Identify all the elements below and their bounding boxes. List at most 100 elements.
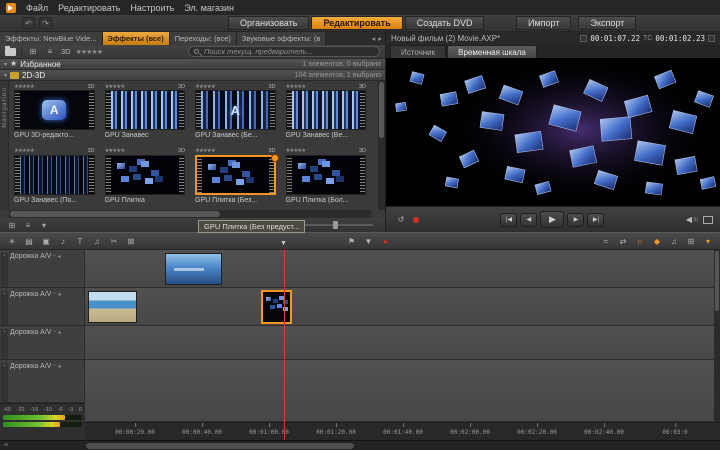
title-editor-icon[interactable]: T xyxy=(73,235,87,248)
record-icon[interactable]: ● xyxy=(379,235,393,248)
navigation-strip[interactable]: Navigation xyxy=(0,81,9,210)
thumbnail-view-icon[interactable]: ⊞ xyxy=(6,220,18,231)
effect-item[interactable]: ★★★★★3D GPU Занавес (По... xyxy=(9,146,100,211)
more-dropdown-icon[interactable]: ▾ xyxy=(701,235,715,248)
audio-mixer-icon[interactable]: ♫ xyxy=(667,235,681,248)
track-audio-icon[interactable]: ◂ xyxy=(58,329,61,336)
jump-start-button[interactable]: |◀ xyxy=(500,213,517,227)
list-view-icon[interactable]: ≡ xyxy=(44,46,56,57)
menu-edit[interactable]: Редактировать xyxy=(58,3,120,13)
frame-forward-button[interactable]: ▶ xyxy=(567,213,584,227)
library-tab-effects-all[interactable]: Эффекты (все) xyxy=(103,32,170,45)
section-2d3d[interactable]: ▾ 2D-3D 104 элементов, 1 выбрано xyxy=(0,70,385,81)
grid-view-icon[interactable]: ⊞ xyxy=(27,46,39,57)
library-tab-sound-effects[interactable]: Звуковые эффекты: (в xyxy=(237,32,326,45)
timeline-clip[interactable] xyxy=(88,291,137,323)
thumbnail-zoom-slider[interactable] xyxy=(303,224,373,226)
section-favorites[interactable]: ▾ ★ Избранное 1 элементов, 0 выбрано xyxy=(0,59,385,70)
play-button[interactable]: ▶ xyxy=(540,211,564,228)
effect-item[interactable]: ★★★★★3D A GPU 3D-редакто... xyxy=(9,81,100,146)
frame-back-button[interactable]: ◀ xyxy=(520,213,537,227)
scrollbar-thumb[interactable] xyxy=(86,443,354,449)
track-lane[interactable] xyxy=(85,326,720,360)
create-dvd-tab[interactable]: Создать DVD xyxy=(405,16,485,30)
track-audio-icon[interactable]: ◂ xyxy=(58,291,61,298)
rating-filter[interactable]: ★★★★★ xyxy=(76,48,102,56)
redo-icon[interactable]: ↷ xyxy=(39,17,52,29)
mic-icon[interactable]: ♪ xyxy=(56,235,70,248)
timeline-vertical-scrollbar[interactable] xyxy=(714,250,720,422)
tab-scroll-left-icon[interactable]: ◂ xyxy=(371,34,375,43)
effect-item[interactable]: ★★★★★3D GPU Плитка (Бол... xyxy=(281,146,372,211)
playhead[interactable] xyxy=(284,250,285,440)
trash-icon[interactable]: ⊠ xyxy=(124,235,138,248)
track-lane[interactable] xyxy=(85,288,720,326)
track-header[interactable]: ▪ Дорожка A/V ▫ ◂ xyxy=(0,360,84,403)
grid-icon[interactable]: ⊞ xyxy=(684,235,698,248)
track-lane[interactable] xyxy=(85,360,720,422)
settings-icon[interactable]: ✳ xyxy=(5,235,19,248)
library-vertical-scrollbar[interactable] xyxy=(378,81,385,210)
detail-view-icon[interactable]: ≡ xyxy=(22,220,34,231)
marker-dot-icon[interactable] xyxy=(413,217,419,223)
import-button[interactable]: Импорт xyxy=(516,16,571,30)
organize-tab[interactable]: Организовать xyxy=(228,16,309,30)
tab-scroll-right-icon[interactable]: ▸ xyxy=(378,34,382,43)
export-button[interactable]: Экспорт xyxy=(578,16,636,30)
track-lock-icon[interactable]: ▪ xyxy=(1,253,8,287)
search-input[interactable] xyxy=(202,46,374,57)
timeline-horizontal-scrollbar[interactable]: ≡ xyxy=(0,440,720,450)
track-audio-icon[interactable]: ◂ xyxy=(58,363,61,370)
timeline-ruler[interactable]: 00:00:20.00 00:00:40.00 00:01:00.00 00:0… xyxy=(85,422,720,440)
menu-file[interactable]: Файл xyxy=(26,3,48,13)
collapse-icon[interactable]: ▾ xyxy=(4,61,7,68)
jump-end-button[interactable]: ▶| xyxy=(587,213,604,227)
undo-icon[interactable]: ↶ xyxy=(22,17,35,29)
keyframe-icon[interactable]: ◆ xyxy=(650,235,664,248)
swap-icon[interactable]: ⇄ xyxy=(616,235,630,248)
track-lock-icon[interactable]: ▪ xyxy=(1,329,8,359)
track-video-icon[interactable]: ▫ xyxy=(53,329,55,335)
track-video-icon[interactable]: ▫ xyxy=(53,363,55,369)
library-tab-newblue[interactable]: Эффекты: NewBlue Vide... xyxy=(0,32,103,45)
3d-filter-toggle[interactable]: 3D xyxy=(61,47,71,56)
menu-store[interactable]: Эл. магазин xyxy=(184,3,234,13)
edit-tab[interactable]: Редактировать xyxy=(311,16,402,30)
fullscreen-icon[interactable] xyxy=(703,216,713,224)
track-video-icon[interactable]: ▫ xyxy=(53,291,55,297)
voiceover-icon[interactable]: ♫ xyxy=(90,235,104,248)
marker-flag-icon[interactable]: ⚑ xyxy=(345,235,359,248)
playhead-handle-icon[interactable]: ▼ xyxy=(280,240,287,247)
track-header[interactable]: ▪ Дорожка A/V ▫ ◂ xyxy=(0,326,84,360)
magnet-icon[interactable]: ∩ xyxy=(633,235,647,248)
track-audio-icon[interactable]: ◂ xyxy=(58,253,61,260)
library-tab-transitions[interactable]: Переходы: (все) xyxy=(170,32,237,45)
effect-item-selected[interactable]: ★★★★★3D GPU Плитка (Без... xyxy=(190,146,281,211)
collapse-icon[interactable]: ▾ xyxy=(4,72,7,79)
track-lock-icon[interactable]: ▪ xyxy=(1,363,8,402)
audio-scrub-icon[interactable]: ≈ xyxy=(599,235,613,248)
folder-icon[interactable] xyxy=(5,48,16,56)
library-horizontal-scrollbar[interactable] xyxy=(9,210,371,218)
effect-item[interactable]: ★★★★★3D GPU Плитка xyxy=(100,146,191,211)
track-header[interactable]: ▪ Дорожка A/V ▫ ◂ xyxy=(0,288,84,326)
source-tab[interactable]: Источник xyxy=(390,45,446,58)
timeline-options-icon[interactable]: ≡ xyxy=(4,442,8,449)
track-video-icon[interactable]: ▫ xyxy=(53,253,55,259)
camera-icon[interactable]: ▣ xyxy=(39,235,53,248)
timeline-clip[interactable] xyxy=(165,253,222,285)
track-area[interactable]: 00:00:20.00 00:00:40.00 00:01:00.00 00:0… xyxy=(85,250,720,440)
razor-icon[interactable]: ✂ xyxy=(107,235,121,248)
effect-item[interactable]: ★★★★★3D A GPU Занавес (Бе... xyxy=(190,81,281,146)
menu-setup[interactable]: Настроить xyxy=(130,3,174,13)
timeline-clip-selected[interactable] xyxy=(261,290,292,324)
track-header[interactable]: ▪ Дорожка A/V ▫ ◂ xyxy=(0,250,84,288)
track-lock-icon[interactable]: ▪ xyxy=(1,291,8,325)
marker-down-icon[interactable]: ▼ xyxy=(362,235,376,248)
timeline-preview-tab[interactable]: Временная шкала xyxy=(447,45,537,58)
options-dropdown-icon[interactable]: ▾ xyxy=(38,220,50,231)
zoom-slider-handle[interactable] xyxy=(333,221,338,229)
film-icon[interactable]: ▤ xyxy=(22,235,36,248)
volume-icon[interactable]: ◀))) xyxy=(686,215,698,224)
effect-item[interactable]: ★★★★★3D GPU Занавес (Ве... xyxy=(281,81,372,146)
